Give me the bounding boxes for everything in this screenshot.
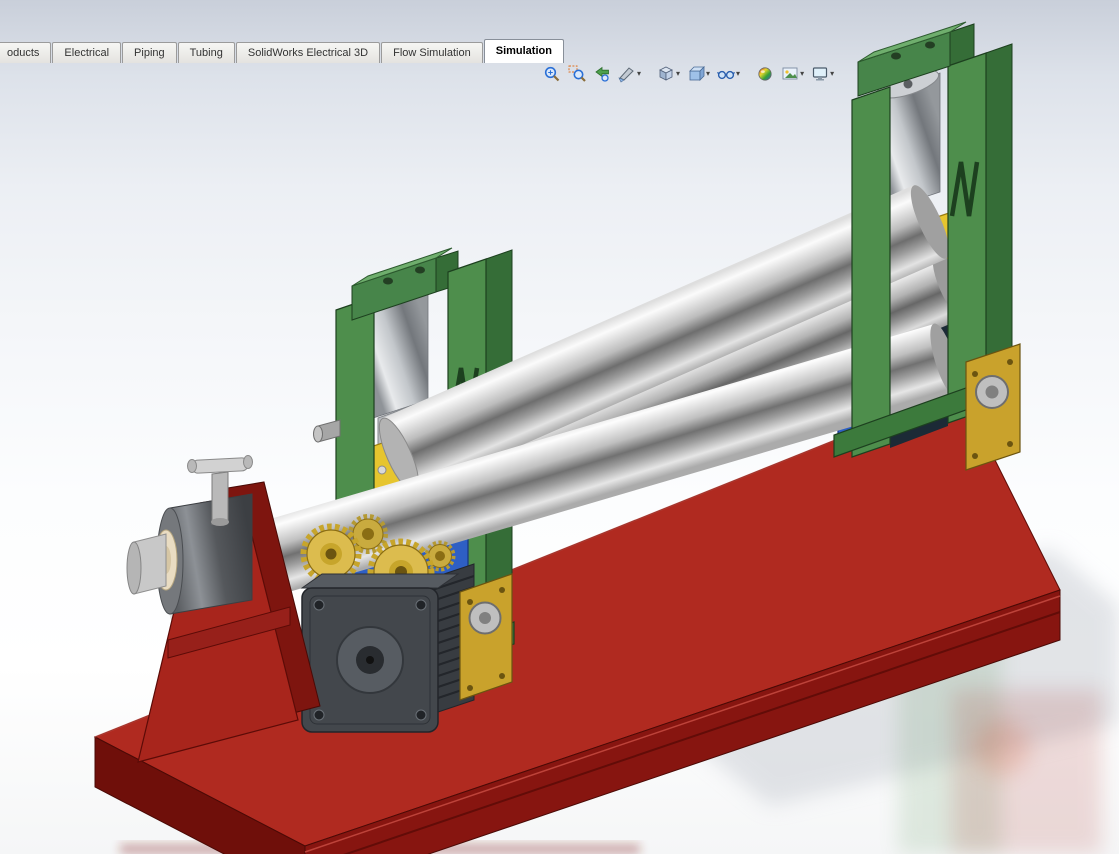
edit-appearance-icon[interactable] xyxy=(754,64,776,84)
tab-label: Flow Simulation xyxy=(393,47,471,59)
outboard-bearing-support[interactable] xyxy=(126,455,321,763)
tab-piping[interactable]: Piping xyxy=(122,42,177,63)
tab-label: Piping xyxy=(134,47,165,59)
apply-scene-icon[interactable]: ▾ xyxy=(779,64,806,84)
tab-label: Tubing xyxy=(189,47,223,59)
tab-tubing[interactable]: Tubing xyxy=(177,42,235,63)
solidworks-window: oducts Electrical Piping Tubing SolidWor… xyxy=(0,0,1119,854)
tab-flow-simulation[interactable]: Flow Simulation xyxy=(381,42,483,63)
view-settings-icon[interactable]: ▾ xyxy=(809,64,836,84)
dropdown-caret-icon: ▾ xyxy=(637,69,642,78)
hide-show-items-icon[interactable]: ▾ xyxy=(715,64,742,84)
previous-view-icon[interactable] xyxy=(591,64,613,84)
tab-office-products[interactable]: oducts xyxy=(0,42,52,63)
zoom-to-fit-icon[interactable] xyxy=(541,64,563,84)
heads-up-view-toolbar: ▾ ▾ ▾ ▾ ▾ ▾ xyxy=(541,64,836,84)
stepper-motor[interactable] xyxy=(300,563,475,733)
zoom-to-area-icon[interactable] xyxy=(566,64,588,84)
tab-label: SolidWorks Electrical 3D xyxy=(247,47,369,59)
section-view-icon[interactable]: ▾ xyxy=(616,64,643,84)
bearing-plate-right[interactable] xyxy=(965,343,1021,471)
dropdown-caret-icon: ▾ xyxy=(830,69,835,78)
dropdown-caret-icon: ▾ xyxy=(676,69,681,78)
dropdown-caret-icon: ▾ xyxy=(800,69,805,78)
tab-label: Electrical xyxy=(64,47,110,59)
bearing-plate-left[interactable] xyxy=(459,573,513,701)
graphics-area[interactable] xyxy=(0,0,1119,854)
tab-simulation[interactable]: Simulation xyxy=(483,39,564,63)
tab-label: Simulation xyxy=(495,45,552,57)
tab-electrical[interactable]: Electrical xyxy=(52,42,122,63)
dropdown-caret-icon: ▾ xyxy=(706,69,711,78)
tab-label: oducts xyxy=(7,47,40,59)
command-manager-tabs: oducts Electrical Piping Tubing SolidWor… xyxy=(0,38,565,63)
display-style-icon[interactable]: ▾ xyxy=(685,64,712,84)
tab-solidworks-electrical-3d[interactable]: SolidWorks Electrical 3D xyxy=(235,42,381,63)
view-orientation-icon[interactable]: ▾ xyxy=(655,64,682,84)
dropdown-caret-icon: ▾ xyxy=(736,69,741,78)
